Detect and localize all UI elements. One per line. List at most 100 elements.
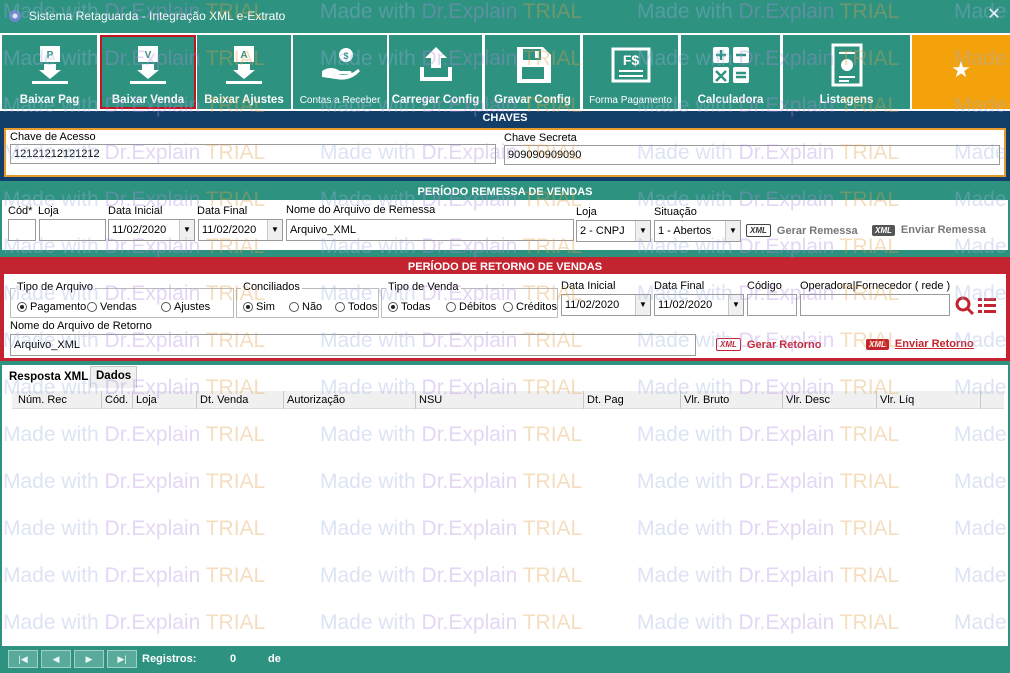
chevron-down-icon: ▼: [179, 220, 194, 240]
svg-text:V: V: [145, 50, 152, 61]
first-record-button[interactable]: |◀: [8, 650, 38, 668]
chaves-section: CHAVES Chave de Acesso 12121212121212 Ch…: [0, 111, 1010, 181]
arquivo-retorno-label: Nome do Arquivo de Retorno: [10, 320, 152, 332]
grid-area: Resposta XML Dados Núm. Rec Cód. Loja Dt…: [2, 365, 1008, 646]
baixar-venda-label: Baixar Venda: [111, 94, 185, 106]
carregar-config-label: Carregar Config: [391, 94, 480, 106]
radio-todos[interactable]: Todos: [335, 301, 377, 313]
arquivo-remessa-field[interactable]: Arquivo_XML: [286, 219, 574, 241]
svg-text:F$: F$: [622, 52, 639, 68]
remessa-data-final[interactable]: 11/02/2020 ▼: [198, 219, 283, 241]
loja-select[interactable]: 2 - CNPJ ▼: [576, 220, 651, 242]
data-final-label: Data Final: [197, 205, 248, 217]
situacao-select[interactable]: 1 - Abertos ▼: [654, 220, 741, 242]
previous-record-button[interactable]: ◀: [41, 650, 71, 668]
baixar-ajustes-label: Baixar Ajustes: [204, 94, 284, 106]
report-icon: [831, 43, 862, 87]
col-loja[interactable]: Loja: [136, 394, 157, 406]
remessa-header: PERÍODO REMESSA DE VENDAS: [417, 186, 593, 198]
radio-ajustes[interactable]: Ajustes: [161, 301, 210, 313]
col-nsu[interactable]: NSU: [419, 394, 442, 406]
gerar-remessa-button[interactable]: XML Gerar Remessa: [746, 224, 858, 237]
title-bar: Sistema Retaguarda - Integração XML e-Ex…: [0, 0, 1010, 32]
loja-label: Loja: [38, 205, 59, 217]
chave-secreta-label: Chave Secreta: [504, 132, 577, 144]
registros-label: Registros:: [142, 653, 197, 665]
loja2-label: Loja: [576, 206, 597, 218]
col-vlr-desc[interactable]: Vlr. Desc: [786, 394, 830, 406]
gerar-retorno-button[interactable]: XML Gerar Retorno: [716, 338, 821, 351]
contas-receber-button[interactable]: $ Contas a Receber: [293, 35, 387, 109]
cod-field[interactable]: [8, 219, 36, 241]
loja-field[interactable]: [39, 219, 106, 241]
chave-acesso-label: Chave de Acesso: [10, 131, 96, 143]
situacao-label: Situação: [654, 206, 697, 218]
status-bar: |◀ ◀ ▶ ▶| Registros: 0 de: [2, 648, 1008, 671]
baixar-venda-button[interactable]: V Baixar Venda: [100, 35, 196, 109]
retorno-section: PERÍODO DE RETORNO DE VENDAS Tipo de Arq…: [0, 257, 1010, 361]
col-autorizacao[interactable]: Autorização: [287, 394, 345, 406]
retorno-data-final[interactable]: 11/02/2020 ▼: [654, 294, 744, 316]
chave-acesso-field[interactable]: 12121212121212: [10, 144, 496, 164]
baixar-pag-button[interactable]: P Baixar Pag: [2, 35, 97, 109]
search-list-icon[interactable]: [954, 295, 998, 317]
codigo-field[interactable]: [747, 294, 797, 316]
svg-text:P: P: [46, 50, 53, 61]
tab-dados[interactable]: Dados: [90, 366, 138, 388]
enviar-remessa-button[interactable]: XML Enviar Remessa: [872, 224, 986, 236]
col-dt-pag[interactable]: Dt. Pag: [587, 394, 624, 406]
remessa-data-inicial[interactable]: 11/02/2020 ▼: [108, 219, 195, 241]
chaves-header: CHAVES: [482, 112, 528, 124]
col-num-rec[interactable]: Núm. Rec: [18, 394, 67, 406]
baixar-pag-icon: P: [31, 46, 68, 84]
data-inicial-label: Data Inicial: [108, 205, 163, 217]
tab-resposta-xml[interactable]: Resposta XML: [4, 368, 94, 388]
listagens-button[interactable]: Listagens: [783, 35, 910, 109]
chevron-down-icon: ▼: [267, 220, 282, 240]
chevron-down-icon: ▼: [635, 295, 650, 315]
chave-secreta-field[interactable]: 909090909090: [504, 145, 1000, 165]
col-vlr-liq[interactable]: Vlr. Líq: [880, 394, 914, 406]
carregar-config-button[interactable]: Carregar Config: [389, 35, 482, 109]
next-record-button[interactable]: ▶: [74, 650, 104, 668]
radio-creditos[interactable]: Créditos: [503, 301, 557, 313]
forma-pagamento-button[interactable]: F$ Forma Pagamento: [583, 35, 678, 109]
enviar-retorno-button[interactable]: XML Enviar Retorno: [866, 338, 974, 350]
col-vlr-bruto[interactable]: Vlr. Bruto: [684, 394, 729, 406]
calculator-icon: [712, 47, 749, 83]
arquivo-retorno-field[interactable]: Arquivo_XML: [10, 334, 696, 356]
gravar-config-label: Gravar Config: [494, 94, 571, 106]
baixar-ajustes-button[interactable]: A Baixar Ajustes: [197, 35, 291, 109]
forma-pagamento-label: Forma Pagamento: [589, 95, 672, 106]
retorno-data-inicial-label: Data Inicial: [561, 280, 616, 292]
operadora-label: Operadora|Fornecedor ( rede ): [800, 280, 951, 292]
toolbar: P Baixar Pag V Baixar Venda A Baixar Aju…: [0, 33, 1010, 111]
main-window: Sistema Retaguarda - Integração XML e-Ex…: [0, 0, 1010, 673]
contas-receber-icon: $: [322, 48, 360, 80]
retorno-header: PERÍODO DE RETORNO DE VENDAS: [407, 261, 603, 273]
radio-vendas[interactable]: Vendas: [87, 301, 137, 313]
favorite-button[interactable]: ★: [912, 35, 1010, 109]
radio-debitos[interactable]: Débitos: [446, 301, 496, 313]
chevron-down-icon: ▼: [635, 221, 650, 241]
last-record-button[interactable]: ▶|: [107, 650, 137, 668]
retorno-panel: Tipo de Arquivo Pagamento Vendas Ajustes…: [4, 274, 1006, 358]
calculadora-button[interactable]: Calculadora: [681, 35, 780, 109]
calculadora-label: Calculadora: [697, 94, 764, 106]
conciliados-group: Conciliados Sim Não Todos: [236, 281, 379, 318]
upload-icon: [419, 47, 452, 81]
registros-count: 0: [230, 653, 237, 665]
radio-todas[interactable]: Todas: [388, 301, 430, 313]
gravar-config-button[interactable]: Gravar Config: [485, 35, 580, 109]
radio-sim[interactable]: Sim: [243, 301, 275, 313]
svg-text:A: A: [240, 50, 247, 61]
col-dt-venda[interactable]: Dt. Venda: [200, 394, 248, 406]
operadora-field[interactable]: [800, 294, 950, 316]
radio-nao[interactable]: Não: [289, 301, 322, 313]
radio-pagamento[interactable]: Pagamento: [17, 301, 86, 313]
xml-icon: XML: [716, 338, 741, 351]
col-cod[interactable]: Cód.: [105, 394, 128, 406]
baixar-ajustes-icon: A: [226, 46, 262, 84]
close-icon[interactable]: ✕: [986, 5, 1002, 25]
retorno-data-inicial[interactable]: 11/02/2020 ▼: [561, 294, 651, 316]
